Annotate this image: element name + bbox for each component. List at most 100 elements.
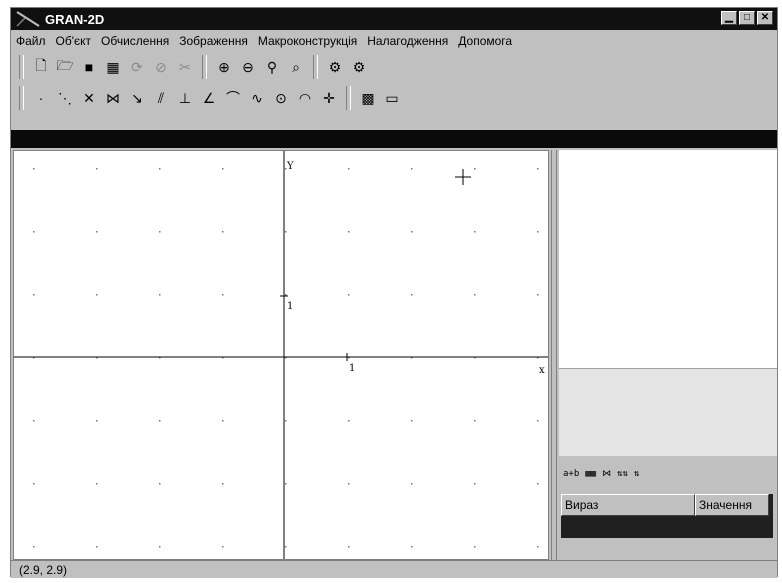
grid-dot [33,168,35,170]
minimize-icon[interactable]: ▁ [721,11,737,25]
app-logo-icon [16,11,40,27]
grid-dot [537,231,539,233]
zoom-in-icon[interactable]: ⊕ [213,56,235,78]
grid-dot [474,483,476,485]
menu-help[interactable]: Допомога [453,34,517,48]
grid-dot [96,420,98,422]
toolbar-grip [19,55,24,79]
expr-tool-1-icon[interactable]: a+b [563,469,579,479]
grid-dot [537,294,539,296]
grid-dot [33,420,35,422]
expr-tool-4-icon[interactable]: ⇅⇅ [617,469,628,479]
save-disk-icon[interactable]: ■ [78,56,100,78]
toolbar-separator [346,86,351,110]
forbid-icon[interactable]: ⊘ [150,56,172,78]
grid-dot [285,231,287,233]
expression-table[interactable]: Вираз Значення [561,494,773,538]
menu-image[interactable]: Зображення [174,34,253,48]
vertical-splitter[interactable] [551,150,557,560]
x-unit-label: 1 [349,363,355,374]
grid-dot [33,546,35,548]
gears2-icon[interactable]: ⚙ [348,56,370,78]
grid-dot [285,483,287,485]
grid-dot [474,546,476,548]
open-folder-icon[interactable]: 🗁 [54,56,76,78]
grid-dot [348,294,350,296]
drawing-canvas[interactable]: Y x 1 1 [13,150,549,560]
grid-dot [348,168,350,170]
grid-dot [96,483,98,485]
menu-object[interactable]: Об'єкт [51,34,97,48]
x-axis-label: x [539,365,545,376]
grid-dot [474,168,476,170]
grid-dot [411,168,413,170]
grid-dot [411,231,413,233]
grid-dot [96,231,98,233]
expr-tool-2-icon[interactable]: ▦▦ [585,469,596,479]
info-panel [559,368,777,456]
grid-dot [537,546,539,548]
grid-icon[interactable]: ▩ [357,87,379,109]
grid-dot [159,546,161,548]
angle-icon[interactable]: ∠ [198,87,220,109]
grid-dot [96,546,98,548]
crossing-lines-icon[interactable]: ✕ [78,87,100,109]
crosshair-cursor-icon [455,169,471,185]
menu-macro[interactable]: Макроконструкція [253,34,362,48]
window-controls: ▁ □ ✕ [721,11,773,25]
zoom-fit-icon[interactable]: ⌕ [285,56,307,78]
expr-tool-3-icon[interactable]: ⋈ [602,469,611,479]
grid-dot [537,168,539,170]
formula-bar [11,130,777,148]
column-header-value[interactable]: Значення [695,494,769,516]
toolbar-separator [202,55,207,79]
gears-icon[interactable]: ⚙ [324,56,346,78]
perpendicular-icon[interactable]: ⊥ [174,87,196,109]
new-file-icon[interactable]: 🗋 [30,56,52,78]
table-icon[interactable]: ▦ [102,56,124,78]
grid-dot [285,294,287,296]
arc-icon[interactable]: ◠ [294,87,316,109]
toolbar-separator [313,55,318,79]
menu-file[interactable]: Файл [11,34,51,48]
ruler-icon[interactable]: ▭ [381,87,403,109]
menu-bar: Файл Об'єкт Обчислення Зображення Макрок… [11,31,777,51]
zoom-out-icon[interactable]: ⊖ [237,56,259,78]
intersect-icon[interactable]: ⋈ [102,87,124,109]
grid-dot [411,546,413,548]
cut-scissors-icon[interactable]: ✂ [174,56,196,78]
column-header-expression[interactable]: Вираз [561,494,695,516]
app-window: GRAN-2D ▁ □ ✕ Файл Об'єкт Обчислення Зоб… [10,7,778,578]
grid-dot [222,420,224,422]
object-panel[interactable] [559,150,777,368]
grid-dot [33,231,35,233]
grid-dot [537,420,539,422]
maximize-icon[interactable]: □ [739,11,755,25]
title-bar: GRAN-2D ▁ □ ✕ [11,8,777,30]
coordinate-plane[interactable]: Y x 1 1 [14,151,549,560]
grid-dot [159,294,161,296]
segment-icon[interactable]: ⋱ [54,87,76,109]
grid-dot [348,483,350,485]
wave-icon[interactable]: ∿ [246,87,268,109]
menu-debug[interactable]: Налагодження [362,34,453,48]
menu-calculation[interactable]: Обчислення [96,34,174,48]
zoom-icon[interactable]: ⚲ [261,56,283,78]
point-icon[interactable]: · [30,87,52,109]
grid-dot [348,231,350,233]
expr-tool-5-icon[interactable]: ⇅ [634,469,639,479]
rotate-icon[interactable]: ⟳ [126,56,148,78]
curve-icon[interactable]: ⌒ [222,87,244,109]
grid-dot [159,420,161,422]
grid-dot [474,420,476,422]
close-icon[interactable]: ✕ [757,11,773,25]
circle-icon[interactable]: ⊙ [270,87,292,109]
ray-icon[interactable]: ↘ [126,87,148,109]
star-point-icon[interactable]: ✛ [318,87,340,109]
grid-dot [222,294,224,296]
construction-toolbar: · ⋱ ✕ ⋈ ↘ ⫽ ⊥ ∠ ⌒ ∿ ⊙ ◠ ✛ ▩ ▭ [15,84,403,112]
grid-dot [411,294,413,296]
grid-dot [33,294,35,296]
parallel-icon[interactable]: ⫽ [150,87,172,109]
expression-toolbar: a+b ▦▦ ⋈ ⇅⇅ ⇅ [559,456,777,492]
